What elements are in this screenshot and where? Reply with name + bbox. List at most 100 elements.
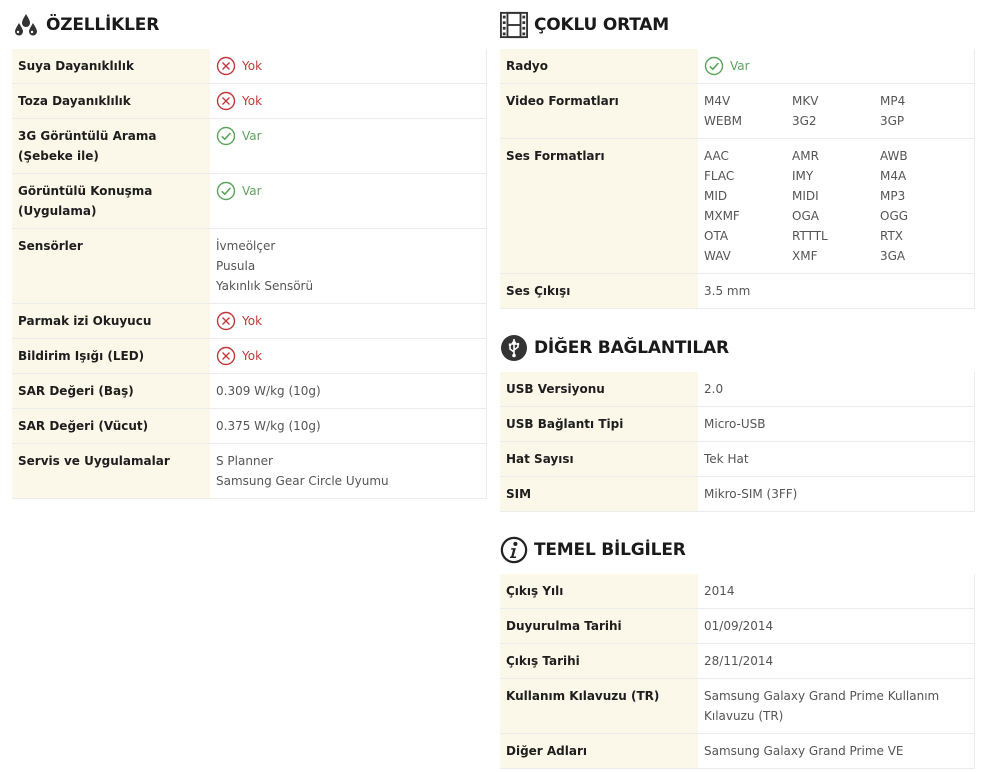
spec-label: Servis ve Uygulamalar xyxy=(12,443,210,499)
spec-row-sar-degeri-bas: SAR Değeri (Baş) 0.309 W/kg (10g) xyxy=(12,373,487,409)
availability-status: Yok xyxy=(216,91,480,111)
spec-label: USB Bağlantı Tipi xyxy=(500,406,698,442)
spec-value: 28/11/2014 xyxy=(698,643,975,679)
spec-row-bildirim-isigi-led: Bildirim Işığı (LED) Yok xyxy=(12,338,487,374)
spec-value: 2.0 xyxy=(698,372,975,407)
features-table: Suya Dayanıklılık Yok Toza Dayanıklılık Yok… xyxy=(12,49,487,499)
left-column: ÖZELLİKLER Suya Dayanıklılık Yok Toza Dayan… xyxy=(12,0,487,499)
format-grid: AAC AMR AWB FLAC IMY M4A MID MIDI MP3 MXMF OGA OGG O… xyxy=(704,146,968,266)
format-item: OGG xyxy=(880,209,909,223)
features-header: ÖZELLİKLER xyxy=(12,0,487,49)
check-circle-icon xyxy=(216,126,236,146)
cross-circle-icon xyxy=(216,91,236,111)
format-item: MXMF xyxy=(704,209,740,223)
spec-value: 0.309 W/kg (10g) xyxy=(210,373,487,409)
format-item: 3GP xyxy=(880,114,905,128)
format-item: IMY xyxy=(792,169,814,183)
format-item: RTTTL xyxy=(792,229,828,243)
basics-table: Çıkış Yılı 2014 Duyurulma Tarihi 01/09/2014… xyxy=(500,574,975,769)
usb-icon xyxy=(500,334,528,362)
spec-label: Ses Çıkışı xyxy=(500,273,698,309)
spec-row-kullanim-kilavuzu-tr: Kullanım Kılavuzu (TR) Samsung Galaxy Gra… xyxy=(500,678,975,734)
spec-label: Duyurulma Tarihi xyxy=(500,608,698,644)
spec-label: SAR Değeri (Baş) xyxy=(12,373,210,409)
availability-text: Yok xyxy=(242,94,263,108)
spec-value: Mikro-SIM (3FF) xyxy=(698,476,975,512)
format-item: WEBM xyxy=(704,114,743,128)
spec-value: Samsung Galaxy Grand Prime VE xyxy=(698,733,975,769)
spec-label: Radyo xyxy=(500,49,698,84)
film-strip-icon xyxy=(500,11,528,39)
format-item: M4V xyxy=(704,94,731,108)
multimedia-header: ÇOKLU ORTAM xyxy=(500,0,975,49)
spec-row-parmak-izi-okuyucu: Parmak izi Okuyucu Yok xyxy=(12,303,487,339)
water-drops-icon xyxy=(12,11,40,39)
spec-row-hat-sayisi: Hat Sayısı Tek Hat xyxy=(500,441,975,477)
availability-text: Var xyxy=(242,129,262,143)
right-column: ÇOKLU ORTAM Radyo Var Video Formatları M4V MK… xyxy=(500,0,975,769)
spec-label: Kullanım Kılavuzu (TR) xyxy=(500,678,698,734)
availability-status: Var xyxy=(704,56,968,76)
spec-label: Çıkış Tarihi xyxy=(500,643,698,679)
availability-status: Yok xyxy=(216,311,480,331)
multimedia-section: ÇOKLU ORTAM Radyo Var Video Formatları M4V MK… xyxy=(500,0,975,309)
value-list-item: İvmeölçer xyxy=(216,239,276,253)
spec-row-sensorler: Sensörler İvmeölçer Pusula Yakınlık Sensörü xyxy=(12,228,487,304)
features-section: ÖZELLİKLER Suya Dayanıklılık Yok Toza Dayan… xyxy=(12,0,487,499)
spec-row-duyurulma-tarihi: Duyurulma Tarihi 01/09/2014 xyxy=(500,608,975,644)
format-item: WAV xyxy=(704,249,731,263)
format-item: MID xyxy=(704,189,728,203)
spec-value: 3.5 mm xyxy=(698,273,975,309)
format-item: XMF xyxy=(792,249,818,263)
availability-status: Yok xyxy=(216,56,480,76)
spec-value: Yok xyxy=(210,303,487,339)
spec-row-ses-cikisi: Ses Çıkışı 3.5 mm xyxy=(500,273,975,309)
spec-value: Tek Hat xyxy=(698,441,975,477)
spec-value: Var xyxy=(210,173,487,229)
spec-value: AAC AMR AWB FLAC IMY M4A MID MIDI MP3 MXMF OGA OGG O… xyxy=(698,138,975,274)
cross-circle-icon xyxy=(216,311,236,331)
spec-row-sim: SIM Mikro-SIM (3FF) xyxy=(500,476,975,512)
value-list-item: Yakınlık Sensörü xyxy=(216,279,314,293)
availability-status: Yok xyxy=(216,346,480,366)
spec-row-cikis-yili: Çıkış Yılı 2014 xyxy=(500,574,975,609)
spec-value: 01/09/2014 xyxy=(698,608,975,644)
availability-status: Var xyxy=(216,126,480,146)
spec-row-ses-formatlari: Ses Formatları AAC AMR AWB FLAC IMY M4A MID MIDI… xyxy=(500,138,975,274)
spec-row-goruntulu-konusma-uygulama: Görüntülü Konuşma (Uygulama) Var xyxy=(12,173,487,229)
format-item: AWB xyxy=(880,149,908,163)
spec-label: USB Versiyonu xyxy=(500,372,698,407)
spec-value: Micro-USB xyxy=(698,406,975,442)
spec-label: 3G Görüntülü Arama (Şebeke ile) xyxy=(12,118,210,174)
spec-label: Suya Dayanıklılık xyxy=(12,49,210,84)
format-item: OTA xyxy=(704,229,729,243)
check-circle-icon xyxy=(216,181,236,201)
section-title: ÖZELLİKLER xyxy=(46,14,160,35)
spec-value: Var xyxy=(210,118,487,174)
spec-label: SAR Değeri (Vücut) xyxy=(12,408,210,444)
spec-value: Yok xyxy=(210,49,487,84)
spec-label: SIM xyxy=(500,476,698,512)
format-item: MIDI xyxy=(792,189,819,203)
value-list-item: S Planner xyxy=(216,454,273,468)
spec-label: Bildirim Işığı (LED) xyxy=(12,338,210,374)
format-item: MKV xyxy=(792,94,819,108)
format-item: 3G2 xyxy=(792,114,817,128)
basics-section: TEMEL BİLGİLER Çıkış Yılı 2014 Duyurulma Ta… xyxy=(500,525,975,769)
format-item: 3GA xyxy=(880,249,906,263)
section-title: TEMEL BİLGİLER xyxy=(534,539,686,560)
format-item: RTX xyxy=(880,229,904,243)
cross-circle-icon xyxy=(216,56,236,76)
spec-row-usb-versiyonu: USB Versiyonu 2.0 xyxy=(500,372,975,407)
spec-label: Diğer Adları xyxy=(500,733,698,769)
info-icon xyxy=(500,536,528,564)
availability-status: Var xyxy=(216,181,480,201)
spec-value: Samsung Galaxy Grand Prime Kullanım Kıla… xyxy=(698,678,975,734)
format-item: AMR xyxy=(792,149,819,163)
spec-value: M4V MKV MP4 WEBM 3G2 3GP xyxy=(698,83,975,139)
format-item: M4A xyxy=(880,169,907,183)
spec-label: Parmak izi Okuyucu xyxy=(12,303,210,339)
multimedia-table: Radyo Var Video Formatları M4V MKV MP4 WEBM 3G2… xyxy=(500,49,975,309)
availability-text: Yok xyxy=(242,59,263,73)
value-list-item: Pusula xyxy=(216,259,256,273)
